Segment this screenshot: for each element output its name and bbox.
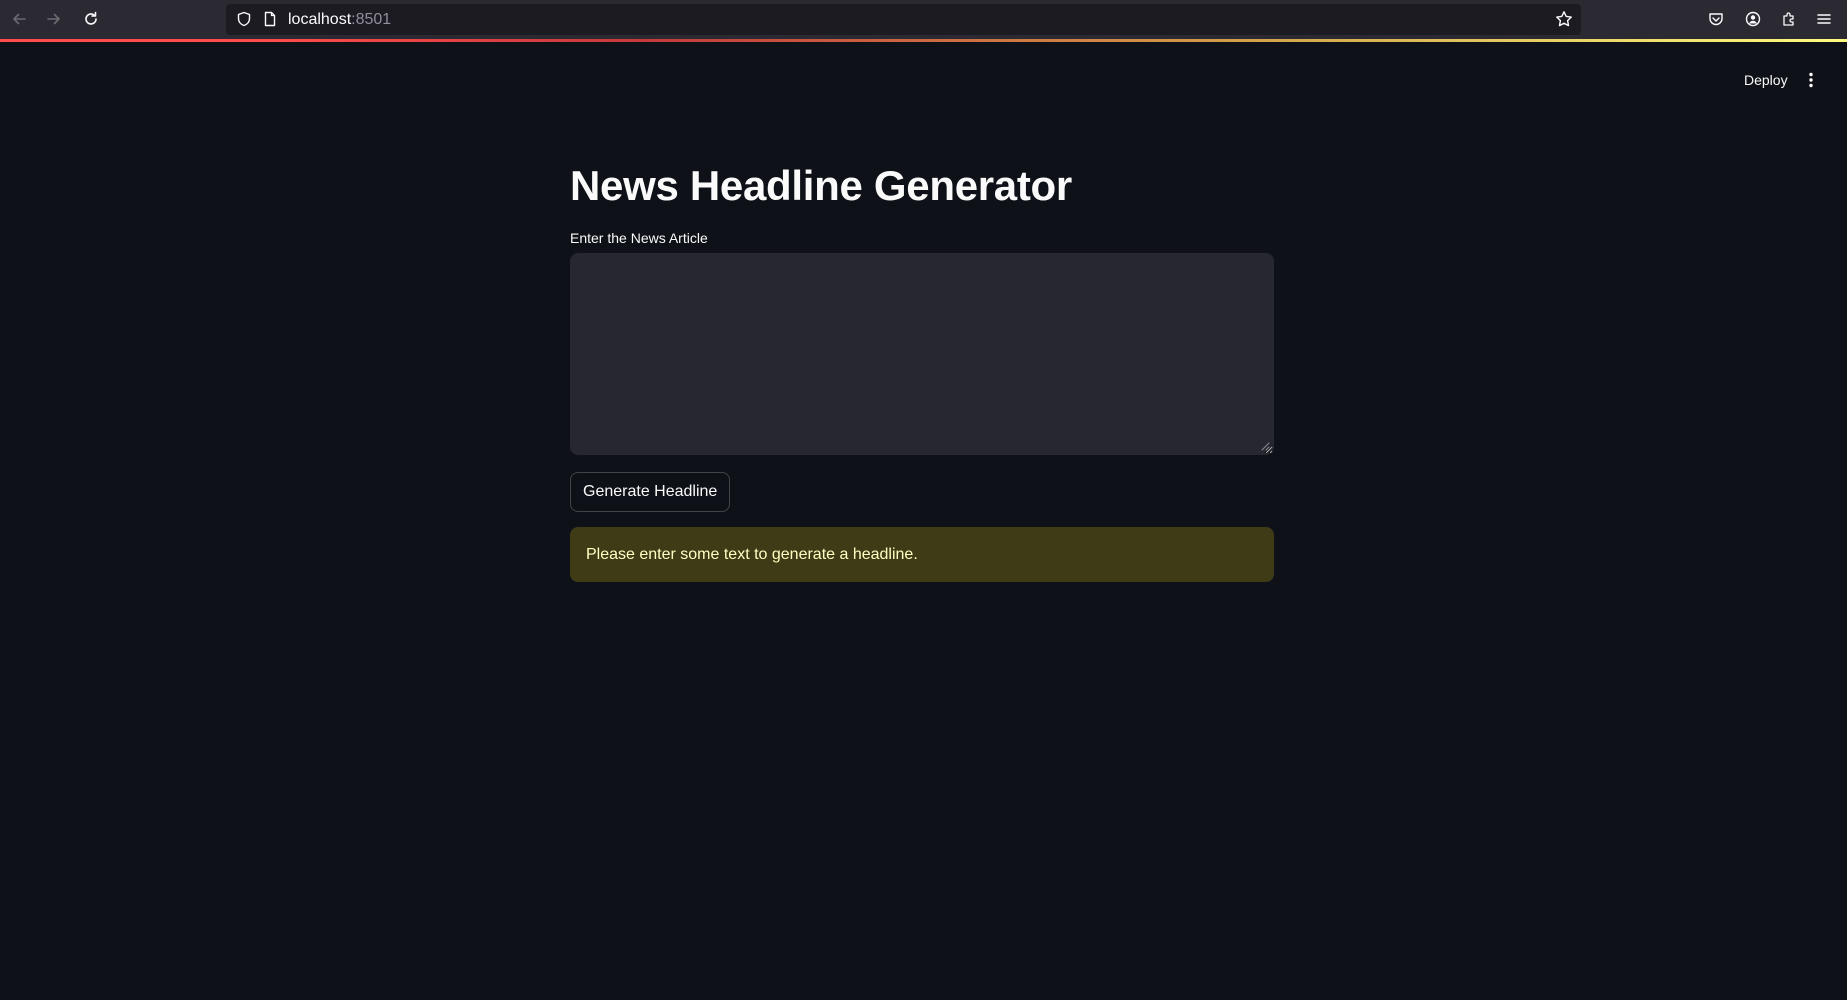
url-port: :8501 xyxy=(351,11,392,28)
url-bar[interactable]: localhost:8501 xyxy=(226,4,1581,35)
generate-headline-button[interactable]: Generate Headline xyxy=(570,472,731,512)
arrow-right-icon xyxy=(47,13,60,25)
hamburger-menu-icon[interactable] xyxy=(1813,8,1835,30)
back-button[interactable] xyxy=(7,7,31,31)
account-icon[interactable] xyxy=(1742,8,1764,30)
url-text[interactable]: localhost:8501 xyxy=(288,10,391,30)
extensions-puzzle-icon[interactable] xyxy=(1778,8,1800,30)
main-menu-button[interactable] xyxy=(1800,66,1822,94)
resize-handle-icon[interactable] xyxy=(1260,441,1270,451)
forward-button[interactable] xyxy=(42,7,66,31)
reload-button[interactable] xyxy=(79,7,103,31)
page-icon[interactable] xyxy=(262,11,278,32)
warning-alert: Please enter some text to generate a hea… xyxy=(570,527,1274,582)
app-view: Deploy News Headline Generator Enter the… xyxy=(0,42,1847,1000)
reload-icon xyxy=(85,11,97,25)
article-textarea[interactable] xyxy=(570,253,1274,455)
page-title: News Headline Generator xyxy=(570,162,1072,209)
arrow-left-icon xyxy=(13,13,26,25)
url-host: localhost xyxy=(288,11,352,28)
browser-toolbar: localhost:8501 xyxy=(0,0,1847,39)
article-input-label: Enter the News Article xyxy=(570,230,708,246)
shield-icon[interactable] xyxy=(236,11,252,32)
warning-message: Please enter some text to generate a hea… xyxy=(586,546,918,563)
pocket-icon[interactable] xyxy=(1705,8,1727,30)
deploy-button[interactable]: Deploy xyxy=(1732,66,1800,94)
kebab-menu-icon xyxy=(1809,72,1813,88)
bookmark-star-icon[interactable] xyxy=(1555,10,1573,33)
